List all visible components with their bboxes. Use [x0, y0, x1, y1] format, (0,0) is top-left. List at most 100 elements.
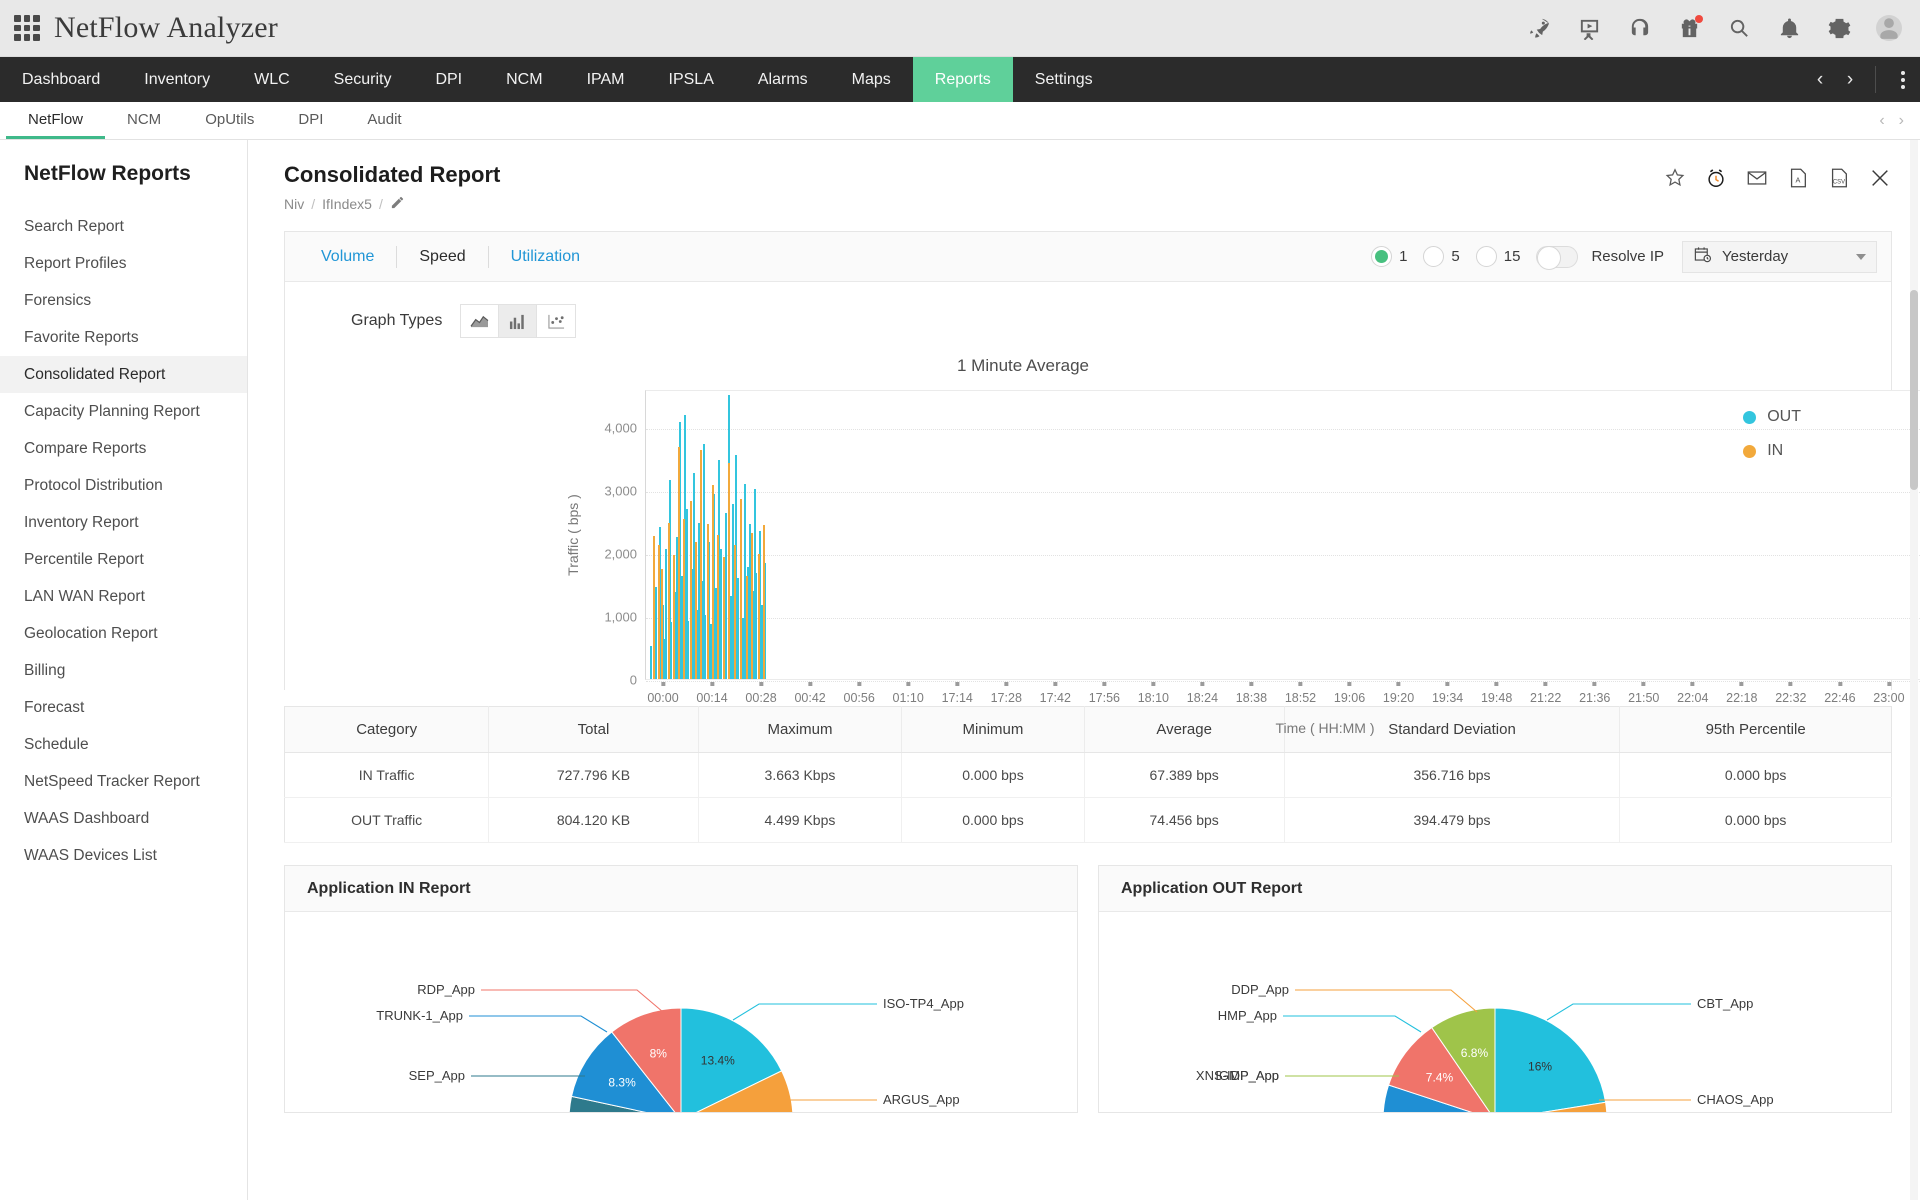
- gift-notification-badge: [1695, 15, 1703, 23]
- sidebar-item-search-report[interactable]: Search Report: [0, 208, 247, 245]
- nav-next-arrow-icon[interactable]: ›: [1835, 57, 1865, 102]
- breadcrumb-item-1[interactable]: IfIndex5: [322, 196, 372, 212]
- resolve-ip-toggle[interactable]: [1536, 245, 1579, 270]
- cell-out-max: 4.499 Kbps: [698, 797, 903, 843]
- tab-volume[interactable]: Volume: [299, 245, 398, 268]
- application-out-pie-chart[interactable]: 16%14.9%9%8.1%7.4%6.8%CBT_AppCHAOS_AppIG…: [1125, 920, 1865, 1112]
- tab-speed[interactable]: Speed: [397, 245, 489, 268]
- gear-settings-icon[interactable]: [1826, 15, 1852, 41]
- chart-plot-area[interactable]: [645, 390, 1920, 682]
- sidebar-item-favorite-reports[interactable]: Favorite Reports: [0, 319, 247, 356]
- sidebar-item-inventory-report[interactable]: Inventory Report: [0, 504, 247, 541]
- application-report-panels: Application IN Report 13.4%12.3%10.6%8.8…: [284, 865, 1892, 1113]
- chart-bar: [655, 586, 658, 679]
- scatter-chart-icon[interactable]: [537, 305, 576, 337]
- interval-radio-15[interactable]: 15: [1475, 246, 1520, 267]
- close-icon[interactable]: [1868, 166, 1892, 190]
- legend-item-out[interactable]: OUT: [1743, 408, 1801, 426]
- view-tabs: Volume Speed Utilization: [299, 245, 602, 268]
- x-tick: 00:14: [696, 682, 728, 705]
- sidebar-item-protocol-distribution[interactable]: Protocol Distribution: [0, 467, 247, 504]
- legend-color-swatch-in: [1743, 444, 1757, 458]
- sidebar-item-schedule[interactable]: Schedule: [0, 726, 247, 763]
- application-in-pie-chart[interactable]: 13.4%12.3%10.6%8.8%8.8%8.3%8%ISO-TP4_App…: [311, 920, 1051, 1112]
- x-tick: 17:28: [991, 682, 1022, 705]
- nav-item-reports[interactable]: Reports: [912, 57, 1013, 102]
- apps-grid-icon[interactable]: [14, 15, 40, 41]
- sidebar-item-report-profiles[interactable]: Report Profiles: [0, 245, 247, 282]
- headset-support-icon[interactable]: [1626, 15, 1652, 41]
- nav-item-ncm[interactable]: NCM: [484, 57, 564, 102]
- nav-overflow-menu-icon[interactable]: [1886, 57, 1920, 102]
- sidebar-item-waas-dashboard[interactable]: WAAS Dashboard: [0, 800, 247, 837]
- cell-out-min: 0.000 bps: [901, 797, 1085, 843]
- pie-callout-label: RDP_App: [417, 982, 475, 997]
- rocket-icon[interactable]: [1526, 15, 1552, 41]
- cell-out-p95: 0.000 bps: [1619, 797, 1892, 843]
- subnav-item-ncm[interactable]: NCM: [105, 102, 183, 139]
- sidebar-item-capacity-planning[interactable]: Capacity Planning Report: [0, 393, 247, 430]
- nav-item-inventory[interactable]: Inventory: [122, 57, 232, 102]
- sidebar-item-geolocation-report[interactable]: Geolocation Report: [0, 615, 247, 652]
- nav-item-wlc[interactable]: WLC: [232, 57, 312, 102]
- date-range-selector[interactable]: Yesterday: [1682, 240, 1877, 273]
- subnav-item-netflow[interactable]: NetFlow: [6, 102, 106, 139]
- sidebar-item-netspeed-tracker[interactable]: NetSpeed Tracker Report: [0, 763, 247, 800]
- nav-item-dpi[interactable]: DPI: [413, 57, 484, 102]
- bell-notification-icon[interactable]: [1776, 15, 1802, 41]
- nav-item-ipam[interactable]: IPAM: [565, 57, 647, 102]
- presentation-icon[interactable]: [1576, 15, 1602, 41]
- sidebar-item-waas-devices-list[interactable]: WAAS Devices List: [0, 837, 247, 874]
- subnav-next-arrow-icon[interactable]: ›: [1899, 112, 1904, 130]
- export-pdf-icon[interactable]: A: [1786, 166, 1810, 190]
- nav-item-ipsla[interactable]: IPSLA: [647, 57, 736, 102]
- schedule-timer-icon[interactable]: [1704, 166, 1728, 190]
- search-icon[interactable]: [1726, 15, 1752, 41]
- pie-callout-leader-line: [732, 1003, 877, 1021]
- chart-bar: [697, 522, 700, 679]
- nav-item-alarms[interactable]: Alarms: [736, 57, 830, 102]
- nav-prev-arrow-icon[interactable]: ‹: [1805, 57, 1835, 102]
- x-tick: 00:28: [745, 682, 777, 705]
- pencil-edit-icon[interactable]: [390, 195, 405, 213]
- app-title: NetFlow Analyzer: [54, 11, 278, 44]
- export-csv-icon[interactable]: CSV: [1827, 166, 1851, 190]
- sidebar-item-compare-reports[interactable]: Compare Reports: [0, 430, 247, 467]
- interval-radio-5[interactable]: 5: [1423, 246, 1460, 267]
- subnav-item-audit[interactable]: Audit: [345, 102, 423, 139]
- nav-item-settings[interactable]: Settings: [1013, 57, 1115, 102]
- sidebar-item-forensics[interactable]: Forensics: [0, 282, 247, 319]
- subnav-item-dpi[interactable]: DPI: [276, 102, 345, 139]
- sidebar-item-consolidated-report[interactable]: Consolidated Report: [0, 356, 247, 393]
- resolve-ip-label: Resolve IP: [1591, 248, 1664, 265]
- chart-bar: [727, 462, 730, 679]
- breadcrumb-item-0[interactable]: Niv: [284, 196, 304, 212]
- area-chart-icon[interactable]: [461, 305, 500, 337]
- sidebar-item-forecast[interactable]: Forecast: [0, 689, 247, 726]
- breadcrumb: Niv / IfIndex5 /: [284, 195, 500, 213]
- subnav-item-oputils[interactable]: OpUtils: [183, 102, 276, 139]
- sub-navigation: NetFlow NCM OpUtils DPI Audit ‹ ›: [0, 102, 1920, 140]
- legend-item-in[interactable]: IN: [1743, 442, 1801, 460]
- tab-utilization[interactable]: Utilization: [489, 246, 602, 268]
- x-tick: 00:42: [794, 682, 826, 705]
- favorite-star-icon[interactable]: [1663, 166, 1687, 190]
- sidebar-item-billing[interactable]: Billing: [0, 652, 247, 689]
- bar-chart-icon[interactable]: [499, 305, 538, 337]
- subnav-prev-arrow-icon[interactable]: ‹: [1879, 112, 1884, 130]
- nav-item-maps[interactable]: Maps: [830, 57, 913, 102]
- interval-radio-1[interactable]: 1: [1371, 246, 1407, 267]
- nav-item-security[interactable]: Security: [312, 57, 414, 102]
- y-tick-label: 3,000: [604, 483, 637, 499]
- user-avatar-icon[interactable]: [1876, 15, 1902, 41]
- gift-icon[interactable]: [1676, 15, 1703, 41]
- cell-in-max: 3.663 Kbps: [698, 752, 903, 798]
- sidebar-item-percentile-report[interactable]: Percentile Report: [0, 541, 247, 578]
- content-scrollbar-thumb[interactable]: [1910, 290, 1918, 490]
- sidebar-item-lan-wan-report[interactable]: LAN WAN Report: [0, 578, 247, 615]
- interval-radio-group: 1 5 15: [1371, 246, 1536, 267]
- nav-item-dashboard[interactable]: Dashboard: [0, 57, 122, 102]
- sidebar-heading: NetFlow Reports: [24, 162, 191, 185]
- email-icon[interactable]: [1745, 166, 1769, 190]
- page-title: Consolidated Report: [284, 162, 501, 187]
